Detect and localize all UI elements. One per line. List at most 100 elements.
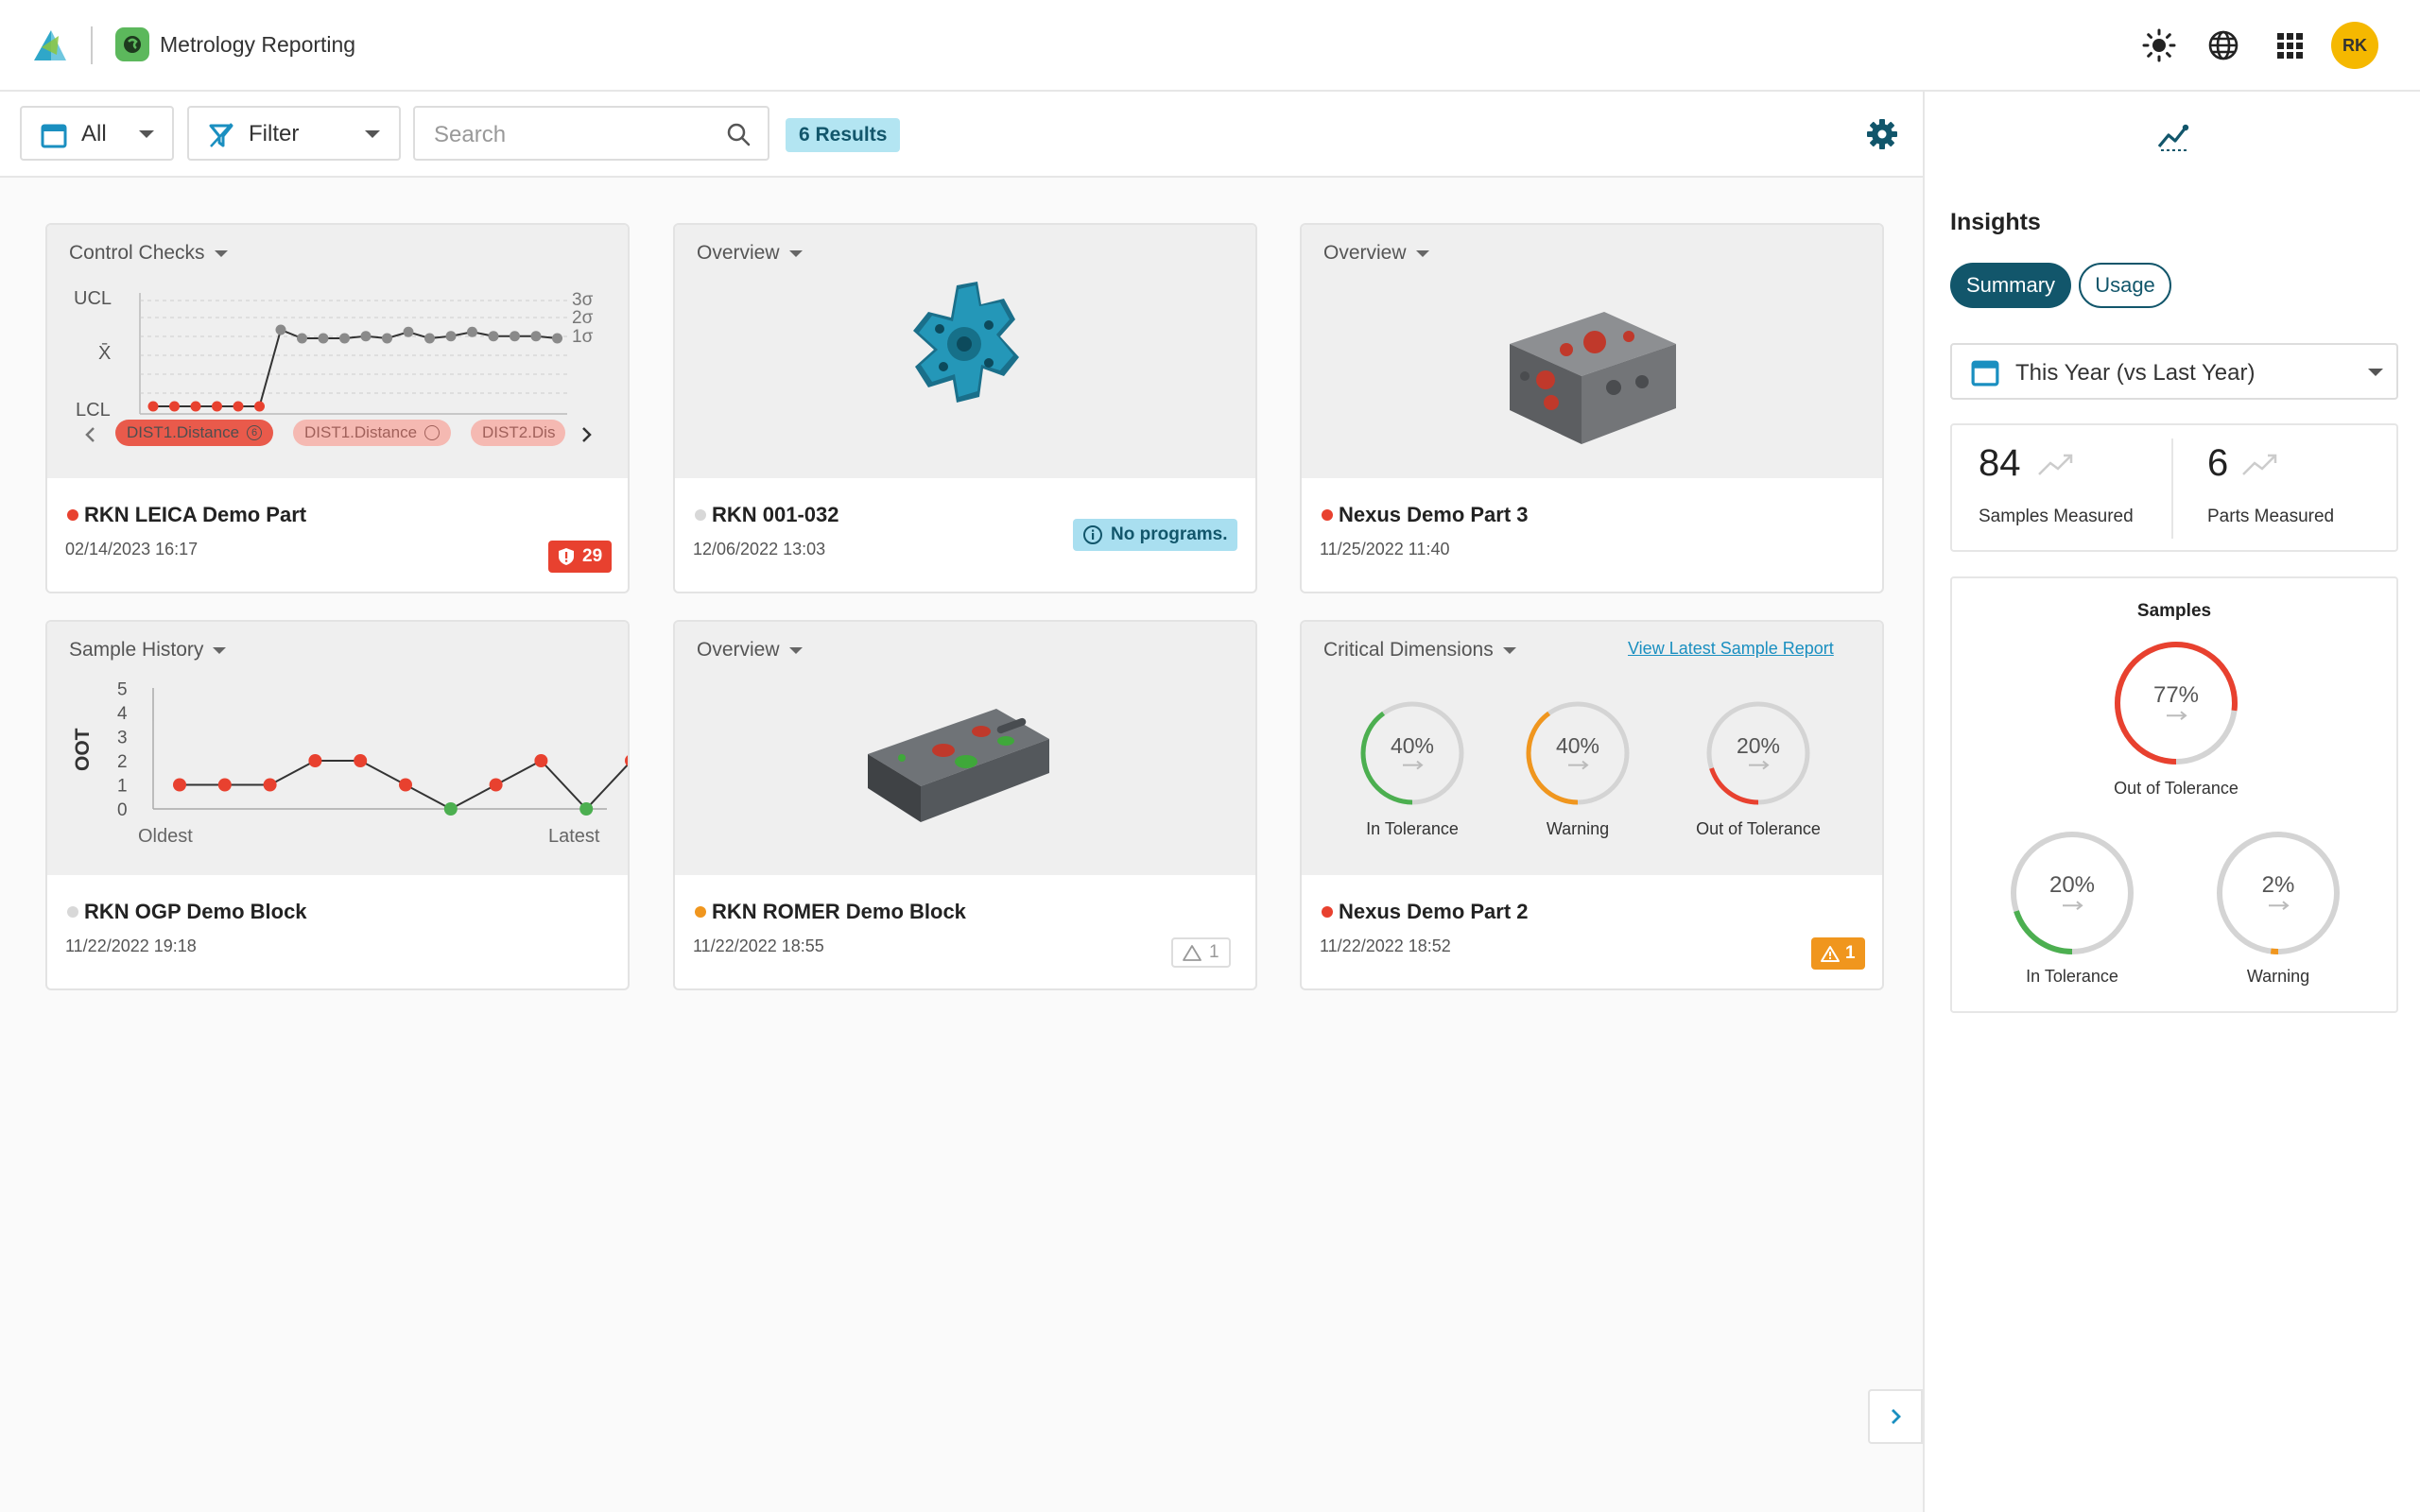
widget-selector[interactable]: Overview [697,639,803,662]
data-point[interactable] [489,778,503,792]
widget-selector[interactable]: Overview [1323,242,1429,265]
samples-card: Samples 77% Out of Tolerance 20% In Toleran… [1950,576,2398,1013]
part-card[interactable]: Sample History OOT 543210 Oldest Latest … [45,620,630,990]
y-tick-label: 2 [117,752,128,772]
data-point[interactable] [403,326,414,337]
gauge-value: 20% [1736,733,1781,759]
gauge-value: 77% [2152,682,2200,709]
chevron-right-icon[interactable] [577,425,596,444]
tab-usage[interactable]: Usage [2079,263,2171,308]
data-point[interactable] [233,401,244,412]
gear-icon[interactable] [1866,118,1898,150]
status-dot [695,509,706,521]
samples-measured-label: Samples Measured [1979,507,2134,526]
data-point[interactable] [318,333,329,344]
widget-label: Overview [1323,242,1407,264]
x-axis-start-label: Oldest [138,826,193,847]
widget-label: Critical Dimensions [1323,639,1494,661]
widget-selector[interactable]: Critical Dimensions [1323,639,1516,662]
data-point[interactable] [382,333,392,344]
trend-up-icon [2038,454,2073,475]
warning-badge[interactable]: 1 [1171,937,1231,968]
search-input[interactable]: Search [413,106,769,161]
measurement-chip[interactable]: DIST1.Distance 6 [115,420,274,446]
part-card[interactable]: Control Checks UCL X̄ LCL 3σ 2σ 1σ DIST1… [45,223,630,593]
warning-triangle-icon [1183,945,1201,961]
apps-grid-icon[interactable] [2273,28,2307,62]
part-3d-model [868,709,1049,822]
data-point[interactable] [552,333,562,344]
filter-icon [209,123,233,147]
data-point[interactable] [445,331,457,342]
sigma-2-label: 2σ [572,308,594,328]
widget-selector[interactable]: Overview [697,242,803,265]
view-report-link[interactable]: View Latest Sample Report [1628,639,1834,659]
period-value: This Year (vs Last Year) [2015,360,2256,386]
chevron-left-icon[interactable] [81,425,100,444]
trend-arrow-icon [1403,760,1424,770]
data-point[interactable] [510,331,520,342]
part-title[interactable]: Nexus Demo Part 3 [1339,503,1529,527]
data-point[interactable] [254,401,265,412]
data-point[interactable] [467,326,477,337]
data-point[interactable] [263,778,277,792]
date-filter-value: All [81,121,107,146]
globe-icon[interactable] [2206,28,2240,62]
data-point[interactable] [297,333,307,344]
data-point[interactable] [579,802,594,816]
samples-measured-value: 84 [1979,442,2021,484]
logo-icon[interactable] [32,26,68,64]
chevron-down-icon [788,646,803,654]
chip-label: DIST1.Distance [127,423,240,441]
measurement-chip[interactable]: DIST2.Dis [471,420,565,446]
search-icon[interactable] [726,122,751,146]
out-of-tolerance-badge[interactable]: 29 [548,541,613,573]
data-point[interactable] [275,324,286,335]
insights-icon[interactable] [2157,122,2191,152]
part-card[interactable]: Overview RKN ROMER Demo Block 11/22/2022… [673,620,1257,990]
data-point[interactable] [339,333,350,344]
data-point[interactable] [399,778,412,792]
data-point[interactable] [147,401,159,412]
theme-sun-icon[interactable] [2142,28,2176,62]
data-point[interactable] [530,331,542,342]
part-date: 11/22/2022 18:52 [1320,936,1451,955]
expand-panel-button[interactable] [1868,1389,1923,1444]
badge-label: No programs. [1111,524,1228,544]
part-card[interactable]: Overview RKN 001-032 12/06/2022 13:03 No… [673,223,1257,593]
data-point[interactable] [354,754,368,767]
data-point[interactable] [173,778,186,792]
measurement-chip[interactable]: DIST1.Distance [293,420,452,446]
data-point[interactable] [443,802,458,816]
avatar[interactable]: RK [2331,22,2378,69]
gauge: 2% [2214,829,2342,957]
trend-arrow-icon [2269,901,2290,910]
data-point[interactable] [360,331,372,342]
data-point[interactable] [308,754,322,767]
data-point[interactable] [190,401,201,412]
data-point[interactable] [625,754,630,767]
part-title[interactable]: RKN 001-032 [712,503,839,527]
app-title: Metrology Reporting [160,32,356,57]
data-point[interactable] [212,401,222,412]
part-date: 02/14/2023 16:17 [65,540,199,558]
data-point[interactable] [534,754,548,767]
data-point[interactable] [488,331,499,342]
tab-summary[interactable]: Summary [1950,263,2071,308]
badge-count: 1 [1209,942,1219,962]
data-point[interactable] [217,778,232,792]
part-card[interactable]: Critical Dimensions View Latest Sample R… [1300,620,1884,990]
part-card[interactable]: Overview Nexus Demo Part 3 11/25/2022 11… [1300,223,1884,593]
date-filter-dropdown[interactable]: All [20,106,174,161]
part-title[interactable]: RKN OGP Demo Block [84,900,307,924]
period-dropdown[interactable]: This Year (vs Last Year) [1950,343,2398,400]
filter-dropdown[interactable]: Filter [187,106,401,161]
part-title[interactable]: Nexus Demo Part 2 [1339,900,1529,924]
part-title[interactable]: RKN LEICA Demo Part [84,503,306,527]
warning-badge[interactable]: 1 [1811,937,1865,970]
part-title[interactable]: RKN ROMER Demo Block [712,900,966,924]
data-point[interactable] [169,401,180,412]
data-point[interactable] [424,333,435,344]
sigma-1-label: 1σ [572,327,594,347]
app-icon [115,27,149,61]
